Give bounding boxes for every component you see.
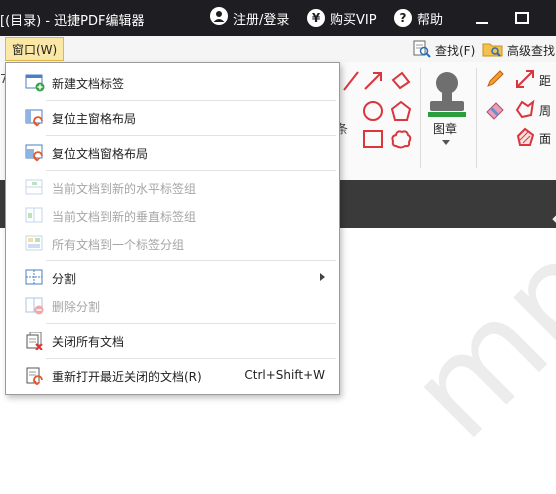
help-button[interactable]: ? 帮助 [394, 9, 444, 28]
menu-item-new-doc-tab[interactable]: 新建文档标签 [6, 69, 339, 97]
menu-item-label: 当前文档到新的垂直标签组 [52, 210, 197, 224]
register-login-label: 注册/登录 [233, 12, 290, 28]
reset-doc-layout-icon [25, 144, 43, 162]
menu-item-label: 所有文档到一个标签分组 [52, 238, 185, 252]
area-label[interactable]: 面 [539, 130, 551, 147]
all-docs-one-group-icon [25, 235, 43, 251]
menu-separator [46, 170, 336, 171]
horizontal-tab-group-icon [25, 179, 43, 195]
menu-item-doc-to-horizontal-group[interactable]: 当前文档到新的水平标签组 [6, 174, 339, 202]
arrow-tool-icon[interactable] [362, 70, 384, 92]
advanced-find-icon [482, 40, 504, 61]
help-icon: ? [394, 9, 412, 27]
stamp-dropdown-icon[interactable] [442, 140, 450, 146]
menu-separator [46, 260, 336, 261]
menu-item-reset-doc-layout[interactable]: 复位文档窗格布局 [6, 139, 339, 167]
advanced-find-label: 高级查找 [507, 44, 556, 58]
submenu-arrow-icon [320, 273, 325, 281]
perimeter-label[interactable]: 周 [539, 102, 551, 119]
find-icon [412, 40, 432, 61]
rectangle-tool-icon[interactable] [362, 128, 384, 150]
pencil-tool-icon[interactable] [484, 68, 506, 90]
menu-item-close-all-docs[interactable]: 关闭所有文档 [6, 327, 339, 355]
menu-item-doc-to-vertical-group[interactable]: 当前文档到新的垂直标签组 [6, 202, 339, 230]
reopen-closed-doc-icon [26, 367, 43, 385]
stamp-icon[interactable] [425, 70, 469, 118]
stamp-label[interactable]: 图章 [433, 120, 457, 137]
split-icon [25, 269, 43, 285]
menu-item-label: 复位文档窗格布局 [52, 147, 149, 161]
cloud-tool-icon[interactable] [390, 128, 412, 150]
menu-item-label: 删除分割 [52, 300, 101, 314]
menu-item-split[interactable]: 分割 [6, 264, 339, 292]
area-tool-icon[interactable] [514, 126, 536, 148]
distance-tool-icon[interactable] [514, 68, 536, 90]
menu-item-shortcut: Ctrl+Shift+W [244, 368, 325, 382]
menu-bar: 窗口(W) 查找(F) 高级查找 [0, 36, 556, 63]
perimeter-tool-icon[interactable] [514, 98, 536, 120]
close-all-docs-icon [26, 332, 43, 350]
ellipse-tool-icon[interactable] [362, 100, 384, 122]
menu-separator [46, 358, 336, 359]
remove-split-icon [25, 297, 44, 315]
menu-item-label: 重新打开最近关闭的文档(R) [52, 370, 202, 384]
polygon-line-tool-icon[interactable] [390, 70, 412, 92]
advanced-find-button[interactable]: 高级查找 [482, 40, 555, 61]
window-menu[interactable]: 窗口(W) [5, 37, 65, 61]
menu-separator [46, 323, 336, 324]
ribbon-separator [476, 68, 477, 168]
menu-item-label: 当前文档到新的水平标签组 [52, 182, 197, 196]
help-label: 帮助 [417, 12, 444, 28]
yen-icon: ¥ [307, 9, 325, 27]
eraser-tool-icon[interactable] [484, 98, 506, 120]
menu-item-label: 分割 [52, 272, 77, 286]
menu-separator [46, 135, 336, 136]
menu-item-remove-split[interactable]: 删除分割 [6, 292, 339, 320]
menu-separator [46, 100, 336, 101]
reset-main-layout-icon [25, 109, 43, 127]
menu-item-reopen-closed-doc[interactable]: 重新打开最近关闭的文档(R) Ctrl+Shift+W [6, 362, 339, 390]
maximize-icon [515, 12, 529, 24]
buy-vip-button[interactable]: ¥ 购买VIP [307, 9, 377, 28]
menu-item-reset-main-layout[interactable]: 复位主窗格布局 [6, 104, 339, 132]
find-label: 查找(F) [435, 44, 476, 58]
buy-vip-label: 购买VIP [330, 12, 377, 28]
title-bar: [(目录) - 迅捷PDF编辑器 注册/登录 ¥ 购买VIP ? 帮助 [0, 0, 556, 36]
vertical-tab-group-icon [25, 207, 43, 223]
window-dropdown-menu: 新建文档标签 复位主窗格布局 复位文档窗格布局 当前文档到新的水平标签组 当前文… [5, 62, 340, 395]
minimize-icon [476, 22, 488, 24]
minimize-button[interactable] [474, 10, 490, 29]
menu-item-label: 复位主窗格布局 [52, 112, 137, 126]
window-title: [(目录) - 迅捷PDF编辑器 [0, 14, 145, 29]
menu-item-label: 新建文档标签 [52, 77, 125, 91]
menu-item-label: 关闭所有文档 [52, 335, 125, 349]
new-tab-icon [25, 74, 45, 92]
ribbon-separator [420, 68, 421, 168]
menu-item-all-docs-one-group[interactable]: 所有文档到一个标签分组 [6, 230, 339, 258]
pentagon-tool-icon[interactable] [390, 100, 412, 122]
distance-label[interactable]: 距 [539, 72, 551, 89]
find-button[interactable]: 查找(F) [412, 40, 475, 61]
register-login-button[interactable]: 注册/登录 [210, 7, 290, 29]
maximize-button[interactable] [514, 10, 530, 29]
user-icon [210, 7, 228, 29]
line-tool-icon[interactable] [340, 70, 362, 92]
